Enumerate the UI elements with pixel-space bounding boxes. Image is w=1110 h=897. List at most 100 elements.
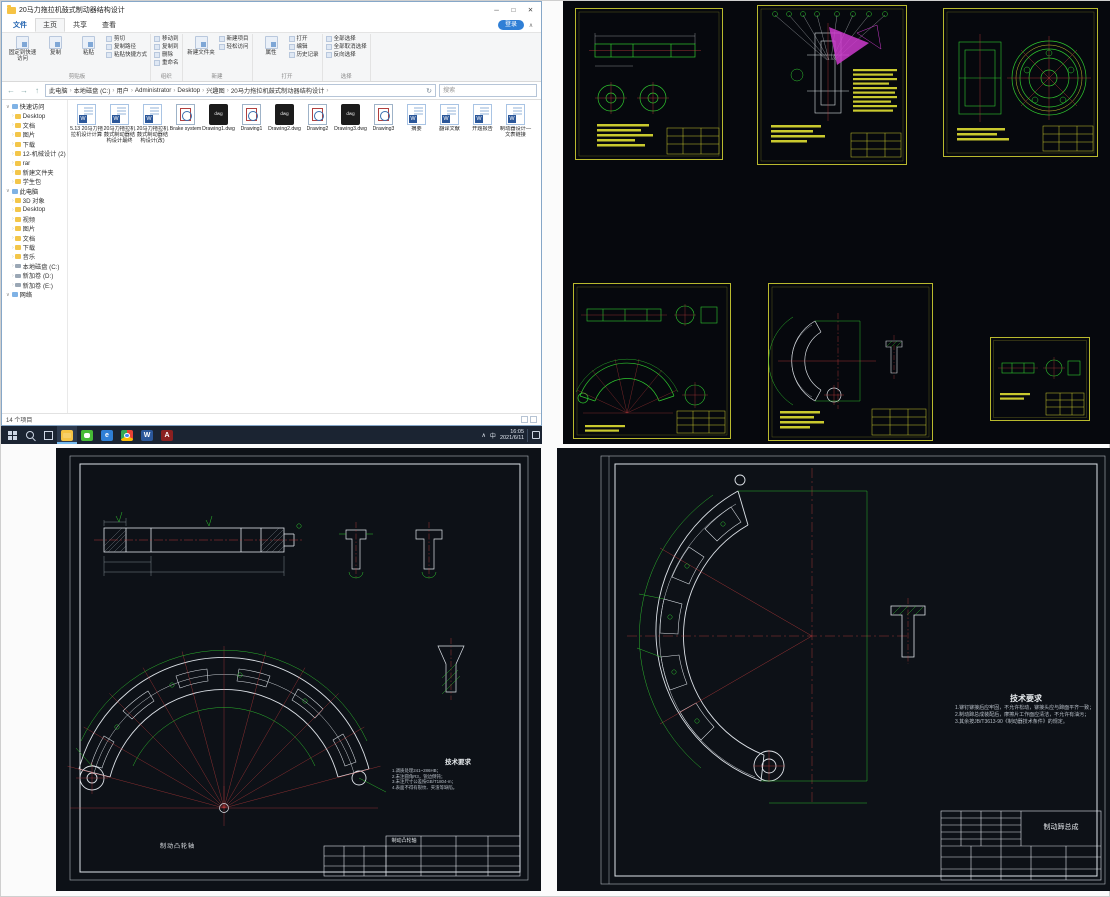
- ribbon-small-button[interactable]: 轻松访问: [218, 43, 249, 51]
- sidebar-item[interactable]: 12-机械设计 (2): [2, 149, 67, 158]
- tray-chevron-icon[interactable]: ∧: [482, 432, 486, 439]
- sidebar-item[interactable]: 文档: [2, 233, 67, 243]
- taskbar-app-chrome[interactable]: [117, 426, 137, 444]
- file-item[interactable]: Drawing3.dwg: [334, 104, 367, 144]
- ribbon-button[interactable]: 属性: [256, 35, 287, 56]
- file-item[interactable]: 翻译文献: [433, 104, 466, 144]
- breadcrumb-item[interactable]: 兴趣图: [206, 86, 231, 95]
- file-list[interactable]: 5.13 20马力拖拉机设计计算 20马力拖拉机鼓式制动器结构设计最终 20马力…: [68, 100, 541, 413]
- file-item[interactable]: Drawing2.dwg: [268, 104, 301, 144]
- sidebar-item[interactable]: 3D 对象: [2, 196, 67, 205]
- minimize-button[interactable]: ─: [488, 2, 505, 18]
- task-view-button[interactable]: [39, 426, 57, 444]
- sheet-cam-and-shoe[interactable]: [573, 283, 731, 439]
- breadcrumb-item[interactable]: 20马力拖拉机鼓式制动器结构设计: [231, 86, 331, 95]
- ribbon-small-button[interactable]: 反向选择: [325, 51, 367, 59]
- taskbar-search-button[interactable]: [21, 426, 39, 444]
- ribbon-small-button[interactable]: 打开: [288, 35, 319, 43]
- close-button[interactable]: ✕: [522, 2, 539, 18]
- breadcrumb-item[interactable]: 此电脑: [49, 86, 74, 95]
- file-item[interactable]: Drawing1.dwg: [202, 104, 235, 144]
- ribbon-small-button[interactable]: 全部选择: [325, 35, 367, 43]
- back-icon[interactable]: ←: [6, 86, 16, 95]
- sheet-small-part[interactable]: [990, 337, 1090, 421]
- sheet-brake-drum[interactable]: [943, 8, 1098, 157]
- cad-multi-sheet-view[interactable]: [563, 1, 1110, 444]
- title-bar[interactable]: 20马力拖拉机鼓式制动器结构设计 ─ □ ✕: [2, 2, 541, 18]
- ribbon-small-button[interactable]: 复制路径: [106, 43, 147, 51]
- sidebar-item[interactable]: 下载: [2, 243, 67, 252]
- breadcrumb-item[interactable]: Administrator: [135, 87, 178, 94]
- taskbar-app-wechat[interactable]: [77, 426, 97, 444]
- tab-share[interactable]: 共享: [66, 19, 94, 31]
- start-button[interactable]: [3, 426, 21, 444]
- taskbar-clock[interactable]: 16:05 2021/6/11: [500, 428, 528, 442]
- sidebar-item[interactable]: 网络: [2, 290, 67, 299]
- taskbar-app-edge[interactable]: [97, 426, 117, 444]
- ribbon-small-button[interactable]: 删除: [154, 51, 179, 59]
- sheet-assembly[interactable]: [757, 5, 907, 165]
- ribbon-button[interactable]: 粘贴: [73, 35, 104, 62]
- sidebar-item[interactable]: 本地磁盘 (C:): [2, 262, 67, 271]
- notification-icon[interactable]: [532, 431, 540, 439]
- sidebar-item[interactable]: 下载: [2, 140, 67, 149]
- forward-icon[interactable]: →: [19, 86, 29, 95]
- sidebar-item[interactable]: 快速访问: [2, 102, 67, 111]
- sheet-brake-shoe[interactable]: [768, 283, 933, 441]
- ribbon-collapse-icon[interactable]: ∧: [525, 22, 537, 29]
- ribbon-small-button[interactable]: 历史记录: [288, 51, 319, 59]
- ribbon-small-button[interactable]: 编辑: [288, 43, 319, 51]
- breadcrumb-item[interactable]: 本地磁盘 (C:): [74, 86, 117, 95]
- ribbon-small-button[interactable]: 复制到: [154, 43, 179, 51]
- ribbon-button[interactable]: 复制: [40, 35, 71, 62]
- sidebar-item[interactable]: 此电脑: [2, 187, 67, 196]
- sidebar-item[interactable]: 图片: [2, 224, 67, 233]
- up-icon[interactable]: ↑: [32, 86, 42, 95]
- file-item[interactable]: Drawing1: [235, 104, 268, 144]
- file-item[interactable]: Brake system: [169, 104, 202, 144]
- taskbar-app-cad[interactable]: [157, 426, 177, 444]
- file-item[interactable]: 5.13 20马力拖拉机设计计算: [70, 104, 103, 144]
- breadcrumb-item[interactable]: 用户: [116, 86, 134, 95]
- ribbon-small-button[interactable]: 粘贴快捷方式: [106, 51, 147, 59]
- ime-indicator[interactable]: 中: [490, 431, 496, 440]
- sidebar-item[interactable]: 视频: [2, 215, 67, 224]
- view-toggle-icons[interactable]: [521, 416, 537, 423]
- ribbon-button[interactable]: 新建文件夹: [186, 35, 217, 56]
- sidebar-item[interactable]: 新建文件夹: [2, 168, 67, 177]
- ribbon-small-button[interactable]: 移动到: [154, 35, 179, 43]
- titlebar-login-badge[interactable]: 登录: [497, 20, 524, 30]
- sidebar-item[interactable]: 学生包: [2, 177, 67, 186]
- ribbon-small-button[interactable]: 新建项目: [218, 35, 249, 43]
- sidebar-item[interactable]: Desktop: [2, 111, 67, 120]
- file-item[interactable]: 开题报告: [466, 104, 499, 144]
- tab-file[interactable]: 文件: [6, 19, 34, 31]
- sidebar-item[interactable]: 新加卷 (D:): [2, 271, 67, 280]
- cad-drawing-camshaft-sheet[interactable]: 技术要求 1.调质处理241~286HB； 2.未注圆角R3，锐边倒钝； 3.未注尺…: [56, 448, 541, 891]
- tab-home[interactable]: 主页: [35, 18, 65, 32]
- ribbon-button[interactable]: 固定到快速访问: [7, 35, 38, 62]
- sidebar-item[interactable]: 文档: [2, 121, 67, 130]
- taskbar-app-word[interactable]: [137, 426, 157, 444]
- file-item[interactable]: Drawing3: [367, 104, 400, 144]
- address-box[interactable]: 此电脑本地磁盘 (C:)用户AdministratorDesktop兴趣图20马…: [45, 84, 436, 97]
- file-item[interactable]: 摘要: [400, 104, 433, 144]
- file-item[interactable]: Drawing2: [301, 104, 334, 144]
- ribbon-small-button[interactable]: 剪切: [106, 35, 147, 43]
- sidebar-item[interactable]: rar: [2, 158, 67, 167]
- refresh-icon[interactable]: ↻: [426, 87, 432, 95]
- ribbon-small-button[interactable]: 全部取消选择: [325, 43, 367, 51]
- sidebar-item[interactable]: 图片: [2, 130, 67, 139]
- tab-view[interactable]: 查看: [95, 19, 123, 31]
- cad-drawing-brake-shoe-sheet[interactable]: 技术要求 1.铆钉铆接后应牢固，不允许松动，铆接头应与蹄面平齐一致； 2.制动蹄总…: [557, 448, 1110, 891]
- search-input[interactable]: [439, 84, 537, 97]
- sheet-camshaft[interactable]: [575, 8, 723, 160]
- file-item[interactable]: 制动器设计—文表链接: [499, 104, 532, 144]
- sidebar-item[interactable]: 新加卷 (E:): [2, 280, 67, 290]
- sidebar-item[interactable]: 音乐: [2, 252, 67, 261]
- ribbon-small-button[interactable]: 重命名: [154, 59, 179, 67]
- breadcrumb-item[interactable]: Desktop: [177, 87, 206, 94]
- file-item[interactable]: 20马力拖拉机鼓式制动器结构设计最终: [103, 104, 136, 144]
- taskbar-app-explorer[interactable]: [57, 426, 77, 444]
- maximize-button[interactable]: □: [505, 2, 522, 18]
